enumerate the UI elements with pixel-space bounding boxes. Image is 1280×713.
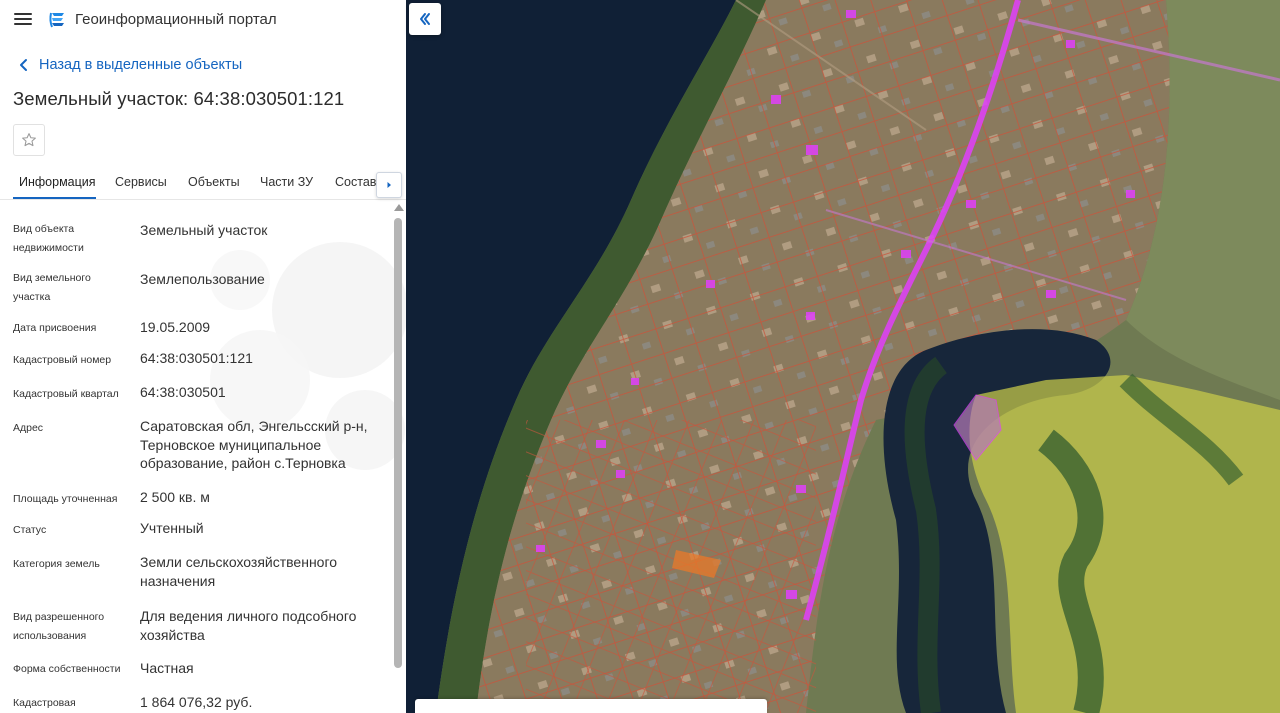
property-value: Частная [140,660,194,676]
property-scrollbar[interactable] [392,204,404,713]
back-link[interactable]: Назад в выделенные объекты [14,55,242,75]
tab-parts[interactable]: Части ЗУ [260,175,313,189]
satellite-map-image [406,0,1280,713]
property-label: Вид разрешенного использования [13,611,105,642]
property-value: Учтенный [140,520,204,536]
scroll-up-arrow-icon[interactable] [394,204,404,211]
property-label: Вид объекта недвижимости [13,223,84,254]
info-panel: Геоинформационный портал Назад в выделен… [0,0,406,713]
property-value: 64:38:030501:121 [140,350,253,366]
property-label: Категория земель [13,558,100,570]
hamburger-icon[interactable] [14,12,32,26]
property-value: 1 864 076,32 руб. [140,694,253,710]
property-label: Адрес [13,422,44,434]
property-label: Форма собственности [13,663,121,675]
property-value: 2 500 кв. м [140,489,210,505]
portal-logo-icon [49,12,64,28]
active-tab-indicator [13,197,96,199]
property-list: Вид объекта недвижимости Земельный участ… [0,200,392,713]
chevron-right-icon [387,182,391,188]
tab-objects[interactable]: Объекты [188,175,240,189]
star-outline-icon [22,133,36,147]
collapse-panel-button[interactable] [409,3,441,35]
app-header: Геоинформационный портал [0,0,406,40]
property-value: 64:38:030501 [140,384,226,400]
property-label: Вид земельного участка [13,272,91,303]
property-value: 19.05.2009 [140,319,211,335]
app-title: Геоинформационный портал [75,11,277,28]
property-value: Землепользование [140,271,265,287]
property-label: Площадь уточненная [13,493,118,505]
page-title: Земельный участок: 64:38:030501:121 [13,88,345,109]
property-value: Саратовская обл, Энгельсский р-н, Тернов… [140,418,368,471]
map-search-box[interactable] [415,699,767,713]
property-label: Кадастровая [13,697,76,709]
property-value: Земельный участок [140,222,268,238]
property-value: Для ведения личного подсобного хозяйства [140,608,357,643]
tab-composition[interactable]: Состав [335,175,376,189]
property-label: Кадастровый номер [13,354,112,366]
chevron-left-icon [20,59,27,71]
scrollbar-thumb[interactable] [394,218,402,668]
property-label: Дата присвоения [13,322,97,334]
tabs-next-button[interactable] [376,172,402,198]
property-value: Земли сельскохозяйственного назначения [140,554,338,589]
tab-info[interactable]: Информация [19,175,96,189]
tab-bar: Информация Сервисы Объекты Части ЗУ Сост… [0,168,406,200]
property-label: Статус [13,524,47,536]
back-link-label: Назад в выделенные объекты [39,57,243,73]
favorite-button[interactable] [13,124,45,156]
property-label: Кадастровый квартал [13,388,119,400]
map-view[interactable] [406,0,1280,713]
tab-services[interactable]: Сервисы [115,175,167,189]
double-chevron-left-icon [420,13,430,25]
